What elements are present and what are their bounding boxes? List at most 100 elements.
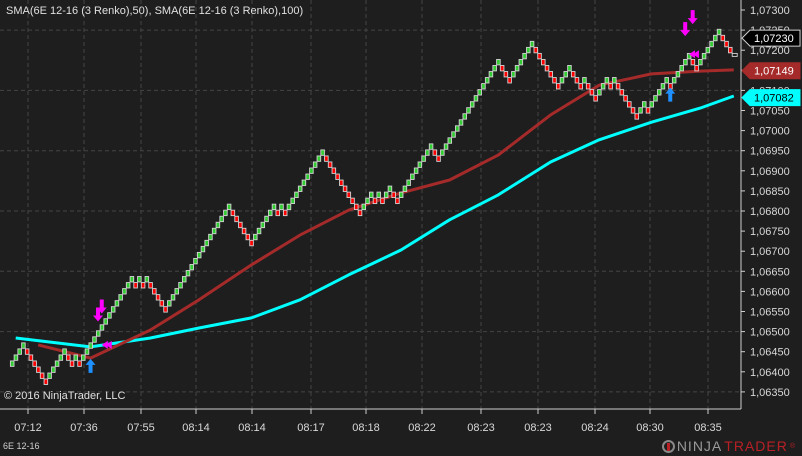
y-tick-label: 1,06500 [750, 327, 790, 339]
renko-brick-down [372, 197, 378, 205]
y-tick-label: 1,06550 [750, 307, 790, 319]
instrument-label: 6E 12-16 [3, 441, 40, 451]
renko-brick-up [256, 227, 262, 235]
renko-brick-up [129, 276, 135, 283]
renko-brick-up [21, 342, 26, 349]
renko-brick-up [99, 324, 105, 331]
price-marker-label: 1,07082 [754, 93, 794, 105]
renko-brick-down [548, 71, 554, 78]
renko-brick-down [238, 221, 243, 229]
renko-brick-up [567, 65, 572, 72]
renko-brick-up [73, 354, 79, 361]
renko-brick-down [436, 155, 441, 162]
renko-brick-up [716, 28, 722, 36]
renko-brick-up [316, 155, 322, 162]
renko-brick-up [84, 348, 90, 355]
renko-brick-down [133, 282, 138, 289]
y-tick-label: 1,06600 [750, 286, 790, 298]
renko-brick-up [264, 215, 269, 223]
renko-brick-up [428, 143, 434, 150]
sma100-path [15, 94, 735, 349]
y-tick-label: 1,06350 [750, 387, 790, 399]
axes[interactable]: 1,073001,072501,072001,071501,071001,070… [0, 0, 790, 434]
renko-brick-down [574, 77, 580, 84]
renko-brick-down [36, 366, 41, 373]
renko-brick-up [208, 233, 213, 241]
renko-brick-up [469, 101, 475, 108]
x-tick-label: 08:22 [408, 422, 436, 434]
renko-brick-down [342, 185, 348, 192]
renko-brick-up [656, 89, 662, 96]
renko-brick-down [627, 101, 632, 108]
renko-brick-up [137, 276, 142, 283]
logo-reg: ® [789, 442, 796, 450]
price-chart[interactable]: 1,073001,072501,072001,071501,071001,070… [0, 0, 802, 456]
renko-brick-down [32, 360, 37, 367]
x-tick-label: 07:55 [127, 422, 155, 434]
renko-brick-up [279, 203, 284, 211]
y-tick-label: 1,06700 [750, 246, 790, 258]
y-tick-label: 1,06850 [750, 186, 790, 198]
y-tick-label: 1,06900 [750, 166, 790, 178]
renko-brick-down [578, 83, 583, 90]
renko-brick-up [701, 52, 707, 60]
price-marker-label: 1,07230 [754, 33, 794, 45]
renko-brick-up [309, 167, 314, 174]
renko-brick-down [380, 197, 385, 205]
renko-brick-up [178, 282, 183, 289]
renko-brick-down [331, 167, 337, 174]
copyright: © 2016 NinjaTrader, LLC [4, 390, 126, 402]
renko-brick-down [28, 354, 34, 361]
renko-brick-up [88, 342, 93, 349]
renko-brick-up [253, 233, 258, 241]
renko-brick-current [731, 52, 738, 57]
renko-brick-up [305, 173, 310, 180]
renko-brick-up [189, 264, 194, 271]
renko-brick-up [664, 77, 669, 84]
renko-brick-down [634, 113, 640, 120]
renko-brick-up [125, 282, 131, 289]
renko-brick-up [223, 209, 228, 217]
renko-brick-down [66, 354, 71, 361]
renko-brick-up [559, 77, 565, 84]
renko-brick-down [694, 65, 699, 72]
renko-brick-down [537, 52, 542, 60]
renko-brick-up [47, 372, 52, 379]
renko-brick-up [563, 71, 568, 78]
renko-brick-down [645, 107, 651, 114]
y-tick-label: 1,07000 [750, 126, 790, 138]
renko-brick-up [518, 58, 524, 66]
renko-brick-up [294, 191, 299, 198]
renko-brick-down [275, 209, 280, 217]
renko-brick-up [679, 65, 684, 72]
renko-brick-up [200, 245, 206, 253]
renko-brick-down [350, 197, 355, 205]
renko-brick-up [204, 239, 209, 247]
renko-brick-down [152, 288, 157, 295]
renko-brick-up [642, 101, 647, 108]
renko-brick-up [110, 306, 116, 313]
sell-arrow-icon [680, 22, 691, 37]
y-tick-label: 1,06400 [750, 367, 790, 379]
y-tick-label: 1,06800 [750, 206, 790, 218]
renko-brick-up [462, 113, 467, 120]
y-tick-label: 1,06650 [750, 266, 790, 278]
renko-brick-up [671, 77, 677, 84]
renko-brick-down [77, 360, 82, 367]
renko-brick-down [555, 83, 561, 90]
renko-brick-up [122, 288, 127, 295]
x-tick-label: 08:14 [182, 422, 210, 434]
renko-brick-down [570, 71, 576, 78]
renko-brick-up [653, 95, 658, 102]
renko-brick-down [728, 46, 733, 54]
renko-brick-down [249, 239, 254, 247]
renko-brick-up [185, 270, 191, 277]
renko-brick-up [597, 89, 602, 96]
x-tick-label: 08:23 [467, 422, 495, 434]
renko-brick-up [114, 300, 120, 307]
renko-brick-up [406, 179, 411, 186]
renko-brick-up [215, 221, 221, 229]
renko-brick-up [271, 203, 277, 211]
renko-brick-up [58, 354, 64, 361]
renko-brick-up [451, 131, 456, 138]
